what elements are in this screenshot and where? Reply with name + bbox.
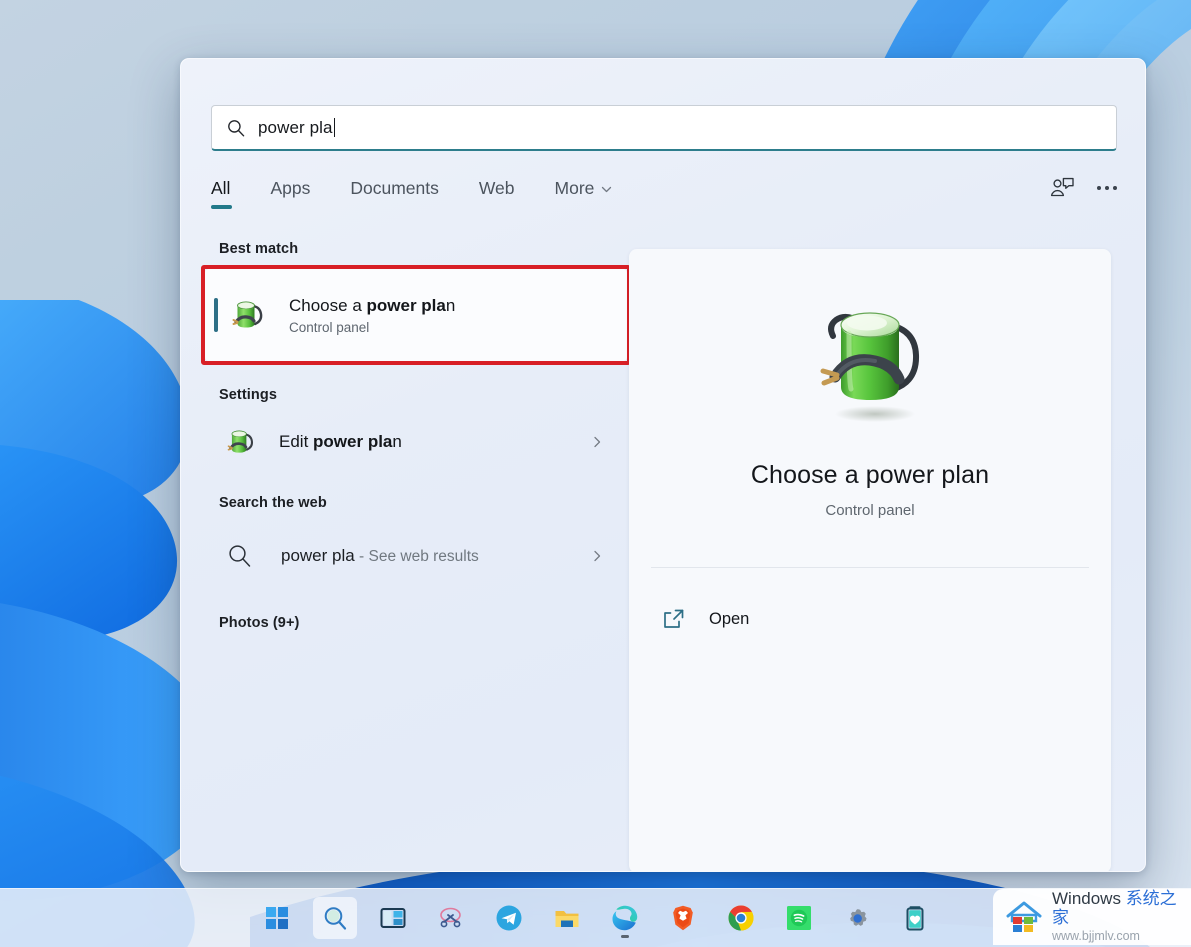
chrome-icon <box>728 905 753 931</box>
taskbar-items <box>255 897 937 939</box>
watermark-title: Windows 系统之家 <box>1052 890 1191 927</box>
preview-divider <box>651 567 1089 568</box>
ellipsis-icon[interactable] <box>1097 176 1117 200</box>
edge-button[interactable] <box>603 897 647 939</box>
result-title-prefix: Choose a <box>289 296 367 316</box>
tab-all-label: All <box>211 177 231 198</box>
battery-health-icon <box>906 906 923 931</box>
spotify-icon <box>786 906 811 930</box>
result-subtitle: Control panel <box>289 319 370 335</box>
desktop: power pla All Apps Documents Web More Be… <box>0 0 1191 947</box>
section-header-search-the-web: Search the web <box>219 495 327 511</box>
result-text: Edit power plan <box>279 431 402 454</box>
section-header-settings: Settings <box>219 387 277 403</box>
tab-all[interactable]: All <box>211 177 233 211</box>
section-header-photos: Photos (9+) <box>219 615 300 631</box>
start-button[interactable] <box>255 897 299 939</box>
telegram-button[interactable] <box>487 897 531 939</box>
snipping-tool-icon <box>439 907 461 928</box>
power-plan-battery-icon <box>227 430 254 453</box>
result-item-edit-power-plan[interactable]: Edit power plan <box>201 411 631 473</box>
tab-web-label: Web <box>478 177 515 198</box>
chrome-button[interactable] <box>719 897 763 939</box>
power-plan-battery-icon <box>232 301 263 328</box>
telegram-icon <box>496 905 521 931</box>
web-query-text: power pla <box>281 545 355 565</box>
search-filter-tabs: All Apps Documents Web More <box>211 171 1117 217</box>
search-results-list: Best match Choose a power plan Control p… <box>201 241 631 851</box>
windows-logo-icon <box>265 907 288 929</box>
section-header-best-match: Best match <box>219 241 299 257</box>
task-view-icon <box>380 908 405 928</box>
gear-icon <box>849 909 867 926</box>
result-title: Edit power plan <box>279 431 402 454</box>
edge-icon <box>612 905 637 931</box>
result-item-search-web[interactable]: power pla - See web results <box>201 519 631 593</box>
search-button[interactable] <box>312 897 357 939</box>
result-preview-pane: Choose a power plan Control panel Open <box>629 249 1111 871</box>
search-box-wrapper: power pla <box>211 105 1117 151</box>
watermark-url: www.bjjmlv.com <box>1052 929 1140 944</box>
battery-app-button[interactable] <box>893 897 937 939</box>
result-item-choose-power-plan[interactable]: Choose a power plan Control panel <box>205 269 627 361</box>
tab-apps[interactable]: Apps <box>270 178 310 211</box>
best-match-highlight-box: Choose a power plan Control panel <box>201 265 631 365</box>
search-icon <box>324 907 346 930</box>
tab-documents[interactable]: Documents <box>350 178 439 211</box>
result-text: Choose a power plan Control panel <box>289 295 455 335</box>
snipping-tool-button[interactable] <box>429 897 473 939</box>
chevron-right-icon[interactable] <box>591 436 603 448</box>
search-input[interactable]: power pla <box>211 105 1117 151</box>
brave-lion-icon <box>672 905 693 931</box>
task-view-button[interactable] <box>371 897 415 939</box>
chevron-down-icon <box>602 186 612 192</box>
tab-web[interactable]: Web <box>479 178 515 211</box>
preview-subtitle: Control panel <box>825 502 915 519</box>
tab-more-label: More <box>554 177 595 198</box>
result-title: Choose a power plan <box>289 295 455 318</box>
spotify-button[interactable] <box>777 897 821 939</box>
result-title-match: power pla <box>366 296 446 316</box>
search-icon <box>229 545 251 567</box>
site-watermark: Windows 系统之家 www.bjjmlv.com <box>993 889 1191 945</box>
result-title-suffix: n <box>392 431 402 451</box>
house-windows-logo-icon <box>1006 901 1042 932</box>
file-explorer-button[interactable] <box>545 897 589 939</box>
brave-button[interactable] <box>661 897 705 939</box>
search-input-value: power pla <box>258 117 333 137</box>
running-indicator <box>620 935 629 938</box>
result-title-match: power pla <box>313 431 393 451</box>
selection-indicator <box>214 298 218 332</box>
power-plan-battery-icon <box>820 312 920 422</box>
open-action-label: Open <box>709 609 750 628</box>
result-title-suffix: n <box>445 296 456 316</box>
tab-actions <box>1049 176 1117 212</box>
settings-button[interactable] <box>835 897 879 939</box>
result-title-prefix: Edit <box>279 431 314 451</box>
watermark-title-en: Windows <box>1052 889 1126 909</box>
search-icon <box>228 119 245 136</box>
feedback-person-icon[interactable] <box>1049 176 1075 200</box>
search-flyout-panel: power pla All Apps Documents Web More Be… <box>180 58 1146 872</box>
preview-title: Choose a power plan <box>750 461 990 489</box>
tab-apps-label: Apps <box>270 177 311 198</box>
open-action-button[interactable]: Open <box>629 592 1111 646</box>
tab-more[interactable]: More <box>555 178 614 211</box>
text-caret <box>333 118 335 137</box>
tab-documents-label: Documents <box>350 177 439 198</box>
chevron-right-icon[interactable] <box>591 550 603 562</box>
web-suffix-text: - See web results <box>354 547 479 565</box>
result-title: power pla - See web results <box>281 544 479 569</box>
watermark-text: Windows 系统之家 www.bjjmlv.com <box>1052 890 1191 943</box>
open-external-icon <box>664 609 684 628</box>
folder-icon <box>555 911 578 927</box>
